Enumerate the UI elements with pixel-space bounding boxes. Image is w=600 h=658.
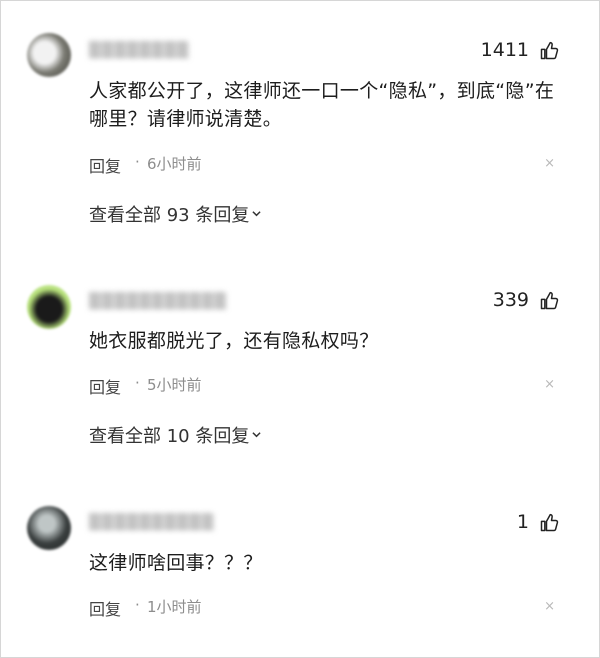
separator-dot: · <box>135 374 140 392</box>
like-count: 339 <box>492 289 529 311</box>
view-all-replies-label: 查看全部 93 条回复 <box>89 205 250 226</box>
chevron-down-icon <box>252 432 261 438</box>
thumbs-up-icon[interactable] <box>539 513 559 533</box>
separator-dot: · <box>135 596 140 614</box>
comment-time: 6小时前 <box>147 155 202 173</box>
username[interactable]: ▒▒▒▒▒▒▒▒ <box>89 41 189 59</box>
reply-button[interactable]: 回复 <box>89 153 121 177</box>
separator-dot: · <box>135 153 140 171</box>
avatar[interactable] <box>27 506 71 550</box>
thumbs-up-icon[interactable] <box>539 41 559 61</box>
avatar[interactable] <box>27 33 71 77</box>
view-all-replies-button[interactable]: 查看全部 10 条回复 <box>89 422 261 448</box>
reply-button[interactable]: 回复 <box>89 596 121 620</box>
avatar[interactable] <box>27 285 71 329</box>
thumbs-up-icon[interactable] <box>539 291 559 311</box>
comment-text: 这律师啥回事？？？ <box>89 552 263 574</box>
like-count: 1 <box>516 511 529 533</box>
reply-button[interactable]: 回复 <box>89 374 121 398</box>
comment-panel: ▒▒▒▒▒▒▒▒ 1411 人家都公开了，这律师还一口一个“隐私”，到底“隐”在… <box>0 0 600 658</box>
comment-time: 5小时前 <box>147 376 202 394</box>
view-all-replies-button[interactable]: 查看全部 93 条回复 <box>89 201 261 227</box>
close-icon[interactable]: × <box>544 599 555 614</box>
close-icon[interactable]: × <box>544 156 555 171</box>
like-count: 1411 <box>480 39 529 61</box>
username[interactable]: ▒▒▒▒▒▒▒▒▒▒ <box>89 513 214 531</box>
comment-text: 她衣服都脱光了，还有隐私权吗？ <box>89 330 379 352</box>
view-all-replies-label: 查看全部 10 条回复 <box>89 426 250 447</box>
chevron-down-icon <box>252 211 261 217</box>
close-icon[interactable]: × <box>544 377 555 392</box>
username[interactable]: ▒▒▒▒▒▒▒▒▒▒▒ <box>89 292 227 310</box>
comment-text: 人家都公开了，这律师还一口一个“隐私”，到底“隐”在哪里？请律师说清楚。 <box>89 80 555 130</box>
comment-time: 1小时前 <box>147 598 202 616</box>
